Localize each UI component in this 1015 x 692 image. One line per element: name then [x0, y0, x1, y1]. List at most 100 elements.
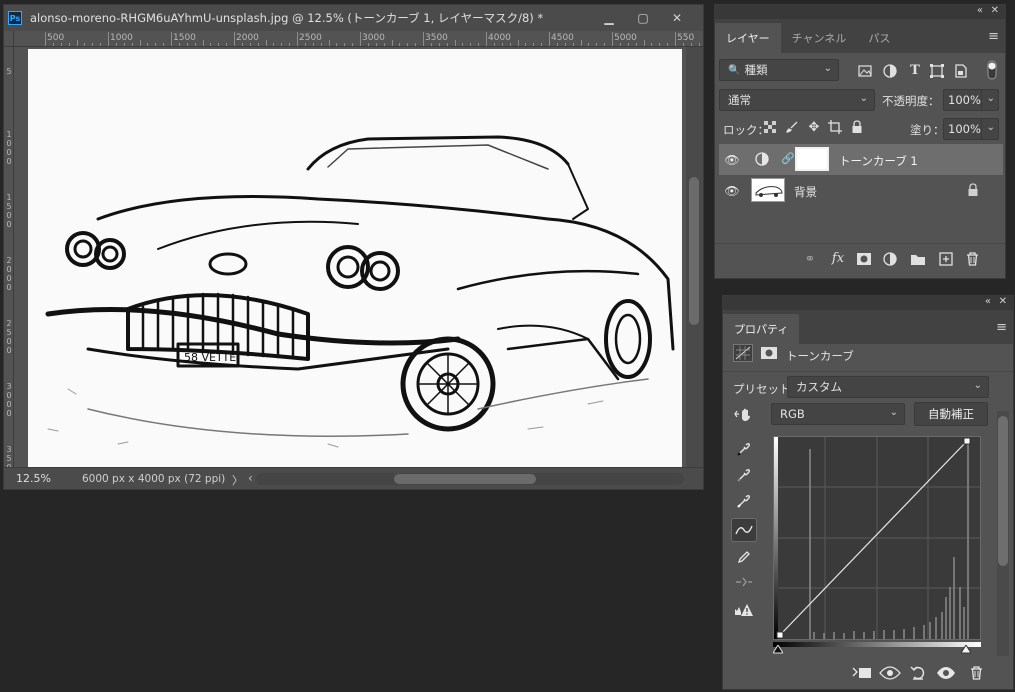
link-layers-icon[interactable]: ⚭ [801, 250, 819, 268]
layer-row-curves[interactable]: 👁 🔗 トーンカーブ 1 [719, 144, 1003, 175]
fill-label: 塗り： [910, 123, 945, 137]
draw-curve-pencil-icon[interactable] [731, 545, 757, 569]
ruler-minor-tick [556, 43, 558, 46]
layer-thumbnail[interactable] [751, 178, 785, 202]
filter-type-icon[interactable]: T [907, 61, 923, 79]
new-group-folder-icon[interactable] [909, 250, 927, 268]
properties-panel: « ✕ プロパティ ≡ トーンカーブ プリセット： カスタム ⌄ RGB ⌄ 自… [722, 295, 1014, 690]
tab-properties[interactable]: プロパティ [723, 314, 800, 344]
reset-adjustment-icon[interactable] [907, 662, 929, 684]
layer-name[interactable]: トーンカーブ 1 [839, 153, 918, 169]
ruler-minor-tick [352, 43, 354, 46]
minimize-button[interactable]: ▁ [592, 8, 626, 28]
curves-graph[interactable] [773, 436, 981, 640]
ruler-minor-tick [147, 43, 149, 46]
toggle-visibility-eye-icon[interactable] [935, 662, 957, 684]
panel-menu-icon[interactable]: ≡ [988, 29, 999, 44]
delete-adjustment-trash-icon[interactable] [965, 662, 987, 684]
ruler-tick-mark [171, 32, 172, 46]
tab-channels[interactable]: チャンネル [781, 23, 858, 53]
fx-layer-style-icon[interactable]: fx [829, 249, 847, 267]
lock-artboard-icon[interactable] [828, 120, 842, 134]
close-panel-icon[interactable]: ✕ [999, 296, 1007, 307]
lock-image-brush-icon[interactable] [785, 120, 799, 134]
channel-dropdown[interactable]: RGB ⌄ [771, 403, 905, 425]
lock-all-icon[interactable] [850, 119, 864, 135]
close-button[interactable]: ✕ [660, 8, 694, 28]
ruler-minor-tick [525, 43, 527, 46]
curves-adjustment-icon[interactable] [733, 344, 753, 362]
filter-shape-icon[interactable] [929, 63, 945, 79]
white-point-slider-handle[interactable] [960, 644, 972, 654]
status-menu-arrow[interactable]: 〉 [232, 472, 243, 488]
edit-points-curve-icon[interactable] [731, 518, 757, 542]
opacity-dropdown-button[interactable]: ⌄ [981, 89, 999, 111]
ruler-minor-tick [68, 43, 70, 46]
filter-toggle-icon[interactable] [985, 60, 999, 80]
filter-smart-object-icon[interactable] [953, 63, 969, 79]
layer-name[interactable]: 背景 [794, 184, 817, 200]
layer-mask-thumbnail[interactable] [795, 147, 829, 171]
collapse-panel-icon[interactable]: « [985, 296, 991, 307]
ruler-tick-label: 5 [6, 67, 12, 76]
delete-layer-trash-icon[interactable] [963, 250, 981, 268]
visibility-eye-icon[interactable]: 👁 [721, 184, 743, 198]
ruler-minor-tick [454, 40, 456, 46]
lock-position-move-icon[interactable]: ✥ [807, 119, 821, 135]
blend-mode-dropdown[interactable]: 通常 ⌄ [719, 89, 875, 111]
scroll-left-arrow[interactable]: ‹ [248, 471, 253, 485]
horizontal-scrollbar[interactable] [256, 473, 684, 485]
ruler-minor-tick [682, 43, 684, 46]
properties-scrollbar[interactable] [997, 411, 1009, 676]
smooth-curve-icon[interactable] [731, 570, 757, 594]
status-bar: 12.5% 6000 px x 4000 px (72 ppi) 〉 ‹ [4, 467, 703, 489]
close-panel-icon[interactable]: ✕ [991, 5, 999, 16]
black-point-eyedropper-icon[interactable] [731, 437, 757, 461]
collapse-panel-icon[interactable]: « [977, 5, 983, 16]
view-previous-state-icon[interactable] [879, 662, 901, 684]
ruler-corner[interactable] [4, 31, 14, 47]
tab-layers[interactable]: レイヤー [715, 23, 781, 53]
ruler-tick-label: 3500 [6, 445, 12, 467]
ruler-minor-tick [123, 43, 125, 46]
filter-adjustment-icon[interactable] [882, 63, 898, 79]
white-point-eyedropper-icon[interactable] [731, 489, 757, 513]
clip-to-layer-icon[interactable] [851, 662, 873, 684]
vertical-scroll-thumb[interactable] [689, 177, 699, 325]
lock-transparency-icon[interactable] [763, 120, 777, 134]
horizontal-scroll-thumb[interactable] [394, 474, 536, 484]
layer-row-background[interactable]: 👁 背景 [719, 175, 1003, 206]
on-image-adjust-hand-icon[interactable] [733, 406, 755, 422]
zoom-level-field[interactable]: 12.5% [16, 472, 70, 485]
horizontal-ruler[interactable]: 500 1000 1500 2000 2500 3000 3500 4000 4500 5000 5… [14, 31, 703, 47]
panel-menu-icon[interactable]: ≡ [996, 320, 1007, 335]
ruler-minor-tick [478, 43, 480, 46]
mask-properties-icon[interactable] [760, 346, 778, 360]
clipping-warning-icon[interactable] [731, 598, 757, 622]
document-info[interactable]: 6000 px x 4000 px (72 ppi) [82, 473, 225, 485]
new-adjustment-layer-icon[interactable] [881, 250, 899, 268]
layer-filter-dropdown[interactable]: 🔍 種類 ⌄ [719, 59, 839, 81]
gray-point-eyedropper-icon[interactable] [731, 463, 757, 487]
filter-pixel-icon[interactable] [857, 63, 873, 79]
canvas-area[interactable]: 58 VETTE [15, 47, 685, 467]
new-layer-icon[interactable] [937, 250, 955, 268]
mask-link-chain-icon[interactable]: 🔗 [781, 152, 795, 166]
vertical-ruler[interactable]: 5 1000 1500 2000 2500 3000 3500 [4, 47, 14, 467]
auto-adjust-button[interactable]: 自動補正 [914, 402, 988, 426]
ruler-minor-tick [446, 43, 448, 46]
properties-scroll-thumb[interactable] [998, 416, 1008, 566]
visibility-eye-icon[interactable]: 👁 [721, 153, 743, 167]
vertical-scrollbar[interactable] [686, 47, 703, 467]
document-title-bar[interactable]: Ps alonso-moreno-RHGM6uAYhmU-unsplash.jp… [4, 5, 703, 31]
add-mask-icon[interactable] [855, 250, 873, 268]
ruler-minor-tick [178, 43, 180, 46]
black-point-slider-handle[interactable] [772, 644, 784, 654]
chevron-down-icon: ⌄ [986, 93, 995, 104]
preset-dropdown[interactable]: カスタム ⌄ [787, 376, 989, 398]
fill-dropdown-button[interactable]: ⌄ [981, 118, 999, 140]
maximize-button[interactable]: ▢ [626, 8, 660, 28]
canvas-image[interactable]: 58 VETTE [28, 49, 682, 467]
ruler-tick-mark [612, 32, 613, 46]
tab-paths[interactable]: パス [857, 23, 901, 53]
